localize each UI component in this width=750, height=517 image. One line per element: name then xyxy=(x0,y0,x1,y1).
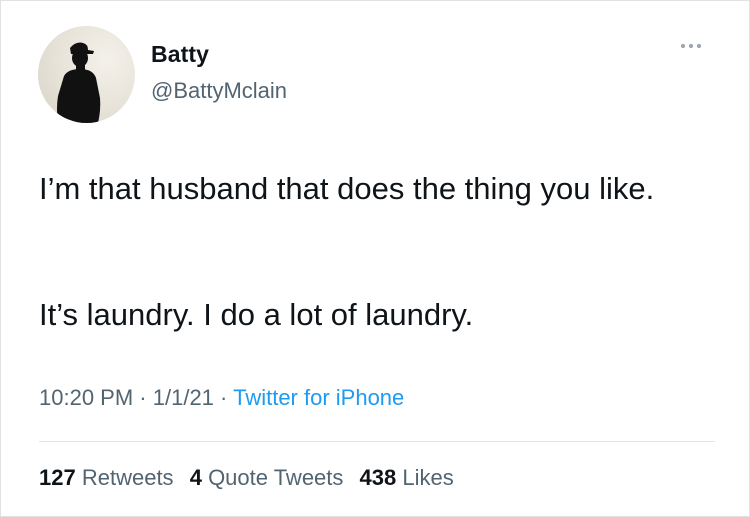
tweet-stats: 127 Retweets 4 Quote Tweets 438 Likes xyxy=(39,465,464,491)
tweet-date[interactable]: 1/1/21 xyxy=(153,385,214,410)
quote-tweets-count: 4 xyxy=(189,465,202,490)
likes-count: 438 xyxy=(359,465,397,490)
more-options-icon[interactable] xyxy=(681,39,711,53)
tweet-text-paragraph-1: I’m that husband that does the thing you… xyxy=(39,171,655,206)
meta-separator: · xyxy=(139,385,147,410)
tweet-meta: 10:20 PM · 1/1/21 · Twitter for iPhone xyxy=(39,385,404,411)
tweet-card: Batty @BattyMclain I’m that husband that… xyxy=(0,0,750,517)
avatar[interactable] xyxy=(38,26,135,123)
silhouette-avatar-icon xyxy=(57,42,101,123)
author-handle[interactable]: @BattyMclain xyxy=(151,78,287,104)
likes-stat[interactable]: 438 Likes xyxy=(360,465,454,490)
dot xyxy=(681,44,685,48)
tweet-text-paragraph-2: It’s laundry. I do a lot of laundry. xyxy=(39,297,474,332)
dot xyxy=(697,44,701,48)
author-display-name[interactable]: Batty xyxy=(151,41,209,68)
retweets-count: 127 xyxy=(39,465,76,490)
retweets-label: Retweets xyxy=(81,465,174,490)
retweets-stat[interactable]: 127 Retweets xyxy=(39,465,180,490)
dot xyxy=(689,44,693,48)
tweet-source-link[interactable]: Twitter for iPhone xyxy=(233,385,404,410)
tweet-time[interactable]: 10:20 PM xyxy=(39,385,133,410)
divider xyxy=(39,441,715,442)
meta-separator: · xyxy=(220,385,228,410)
quote-tweets-label: Quote Tweets xyxy=(208,465,344,490)
quote-tweets-stat[interactable]: 4 Quote Tweets xyxy=(190,465,350,490)
likes-label: Likes xyxy=(402,465,454,490)
